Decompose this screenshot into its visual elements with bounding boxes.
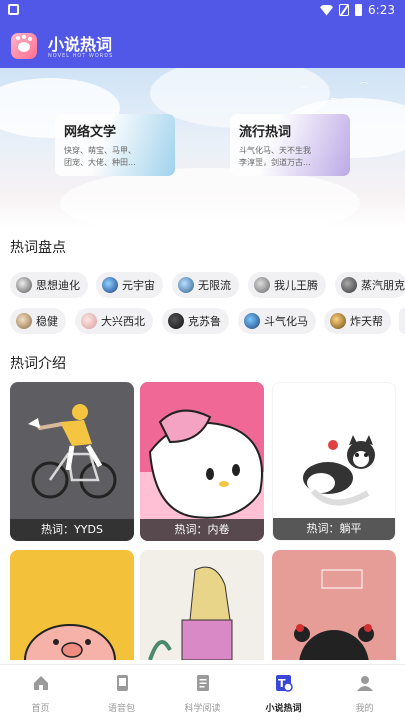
tag-avatar [102,277,118,293]
card-desc-line1: 快穿、萌宝、马甲、 [64,146,136,155]
tag-item[interactable]: 思想迪化 [10,272,88,298]
intro-tile-yyds[interactable]: 热词：YYDS [10,382,134,541]
gallery-notification-icon [8,4,19,15]
tag-label: 思想迪化 [36,279,80,292]
document-icon [196,675,209,691]
nav-label: 我的 [355,704,374,714]
tag-avatar [16,313,32,329]
tag-label: 斗气化马 [264,315,308,328]
tag-avatar [330,313,346,329]
nav-mine[interactable]: 我的 [324,665,405,720]
card-web-literature[interactable]: 网络文学 快穿、萌宝、马甲、 团宠、大佬、种田... [55,114,175,176]
tag-item-partial[interactable] [399,308,405,334]
card-desc-line1: 斗气化马、天不生我 [239,146,311,155]
intro-tile-pig[interactable] [10,550,134,660]
intro-tile-neijuan[interactable]: 热词：内卷 [140,382,264,541]
cyclist-illustration [28,404,117,499]
pig-illustration [24,624,116,660]
intro-tile-woman[interactable] [140,550,264,660]
tag-item[interactable]: 克苏鲁 [162,308,229,334]
card-desc-line2: 李淳罡，剑道万古... [239,158,311,167]
paw-logo-icon [11,33,37,59]
tag-avatar [168,313,184,329]
tag-label: 蒸汽朋克 [361,279,405,292]
app-header: 小说热词 NOVEL HOT WORDS [0,22,405,68]
tag-label: 我儿王腾 [274,279,318,292]
status-bar: 6:23 [0,0,405,22]
hot-word-icon: T [275,675,293,692]
nav-label: 小说热词 [265,704,302,714]
bird-decoration [330,98,338,102]
tag-item[interactable]: 炸天帮 [324,308,391,334]
no-sim-icon [339,4,350,16]
hero-banner: 网络文学 快穿、萌宝、马甲、 团宠、大佬、种田... 流行热词 斗气化马、天不生… [0,68,405,228]
tile-label: 热词：躺平 [273,518,395,540]
home-icon [33,676,48,690]
tag-label: 大兴西北 [101,315,145,328]
section-title-hot-check: 热词盘点 [10,240,66,256]
app-title: 小说热词 [48,35,113,54]
girl-illustration [294,569,374,660]
intro-tile-tangping[interactable]: 热词：躺平 [272,382,396,541]
woman-illustration [148,566,233,660]
nav-label: 科学阅读 [184,704,221,714]
nav-label: 首页 [31,704,50,714]
tag-label: 克苏鲁 [188,315,221,328]
tile-label: 热词：内卷 [140,519,264,541]
card-desc-line2: 团宠、大佬、种田... [64,158,136,167]
tag-avatar [244,313,260,329]
card-trending-words[interactable]: 流行热词 斗气化马、天不生我 李淳罡，剑道万古... [230,114,350,176]
battery-icon [355,4,363,16]
tag-avatar [254,277,270,293]
bottom-navigation: 首页 语音包 科学阅读 T 小说热词 我的 [0,664,405,720]
tag-avatar [81,313,97,329]
status-time: 6:23 [368,3,395,17]
nav-science-reading[interactable]: 科学阅读 [162,665,243,720]
bird-decoration [300,86,308,90]
section-title-intro: 热词介绍 [10,356,66,372]
tag-label: 无限流 [198,279,231,292]
user-icon [356,676,373,691]
nav-hot-words[interactable]: T 小说热词 [243,665,324,720]
tag-item[interactable]: 无限流 [172,272,239,298]
tag-item[interactable]: 大兴西北 [75,308,153,334]
hello-kitty-illustration [140,382,264,541]
cloud-decoration [60,168,360,228]
tag-label: 元宇宙 [122,279,155,292]
tag-label: 稳健 [36,315,58,328]
nav-voice-pack[interactable]: 语音包 [81,665,162,720]
tile-label: 热词：YYDS [10,519,134,541]
tag-item[interactable]: 蒸汽朋克 [335,272,405,298]
tag-item[interactable]: 我儿王腾 [248,272,326,298]
nav-home[interactable]: 首页 [0,665,81,720]
tag-item[interactable]: 元宇宙 [96,272,163,298]
card-title: 网络文学 [64,125,117,140]
card-title: 流行热词 [239,125,292,140]
wifi-icon [320,4,334,16]
tag-item[interactable]: 稳健 [10,308,66,334]
tag-item[interactable]: 斗气化马 [238,308,316,334]
bird-decoration [360,82,368,86]
tag-avatar [178,277,194,293]
nav-label: 语音包 [107,704,135,714]
tag-label: 炸天帮 [350,315,383,328]
tag-avatar [16,277,32,293]
intro-tile-girl[interactable] [272,550,396,660]
app-subtitle: NOVEL HOT WORDS [48,53,114,59]
tag-avatar [341,277,357,293]
phone-voice-icon [116,675,128,691]
